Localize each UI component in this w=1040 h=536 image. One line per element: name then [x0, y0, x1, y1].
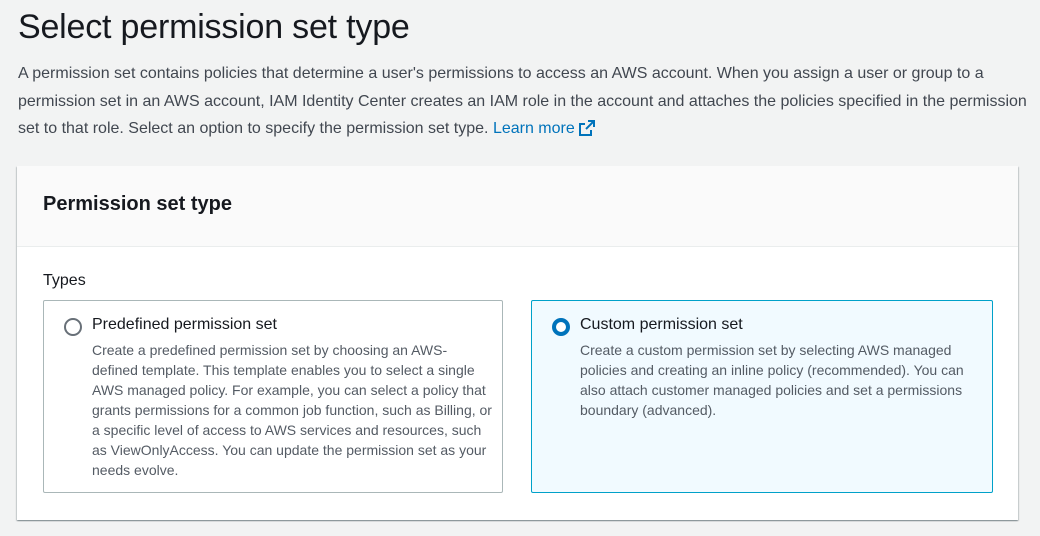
radio-button-selected[interactable]: [552, 318, 570, 336]
option-description: Create a custom permission set by select…: [580, 342, 964, 418]
page-title: Select permission set type: [18, 8, 410, 46]
panel-header: Permission set type: [17, 166, 1018, 247]
learn-more-link[interactable]: Learn more: [493, 120, 595, 137]
page-description: A permission set contains policies that …: [18, 60, 1028, 146]
option-label: Custom permission set: [580, 316, 743, 333]
option-predefined-permission-set[interactable]: Predefined permission set Create a prede…: [43, 300, 503, 493]
option-description: Create a predefined permission set by ch…: [92, 342, 492, 478]
panel-title: Permission set type: [43, 193, 232, 215]
learn-more-label: Learn more: [492, 120, 575, 137]
option-label: Predefined permission set: [92, 316, 277, 333]
permission-set-type-panel: Permission set type Types Predefined per…: [17, 166, 1018, 520]
external-link-icon: [578, 118, 595, 146]
radio-button[interactable]: [64, 318, 82, 336]
option-custom-permission-set[interactable]: Custom permission set Create a custom pe…: [531, 300, 993, 493]
types-label: Types: [43, 272, 86, 289]
